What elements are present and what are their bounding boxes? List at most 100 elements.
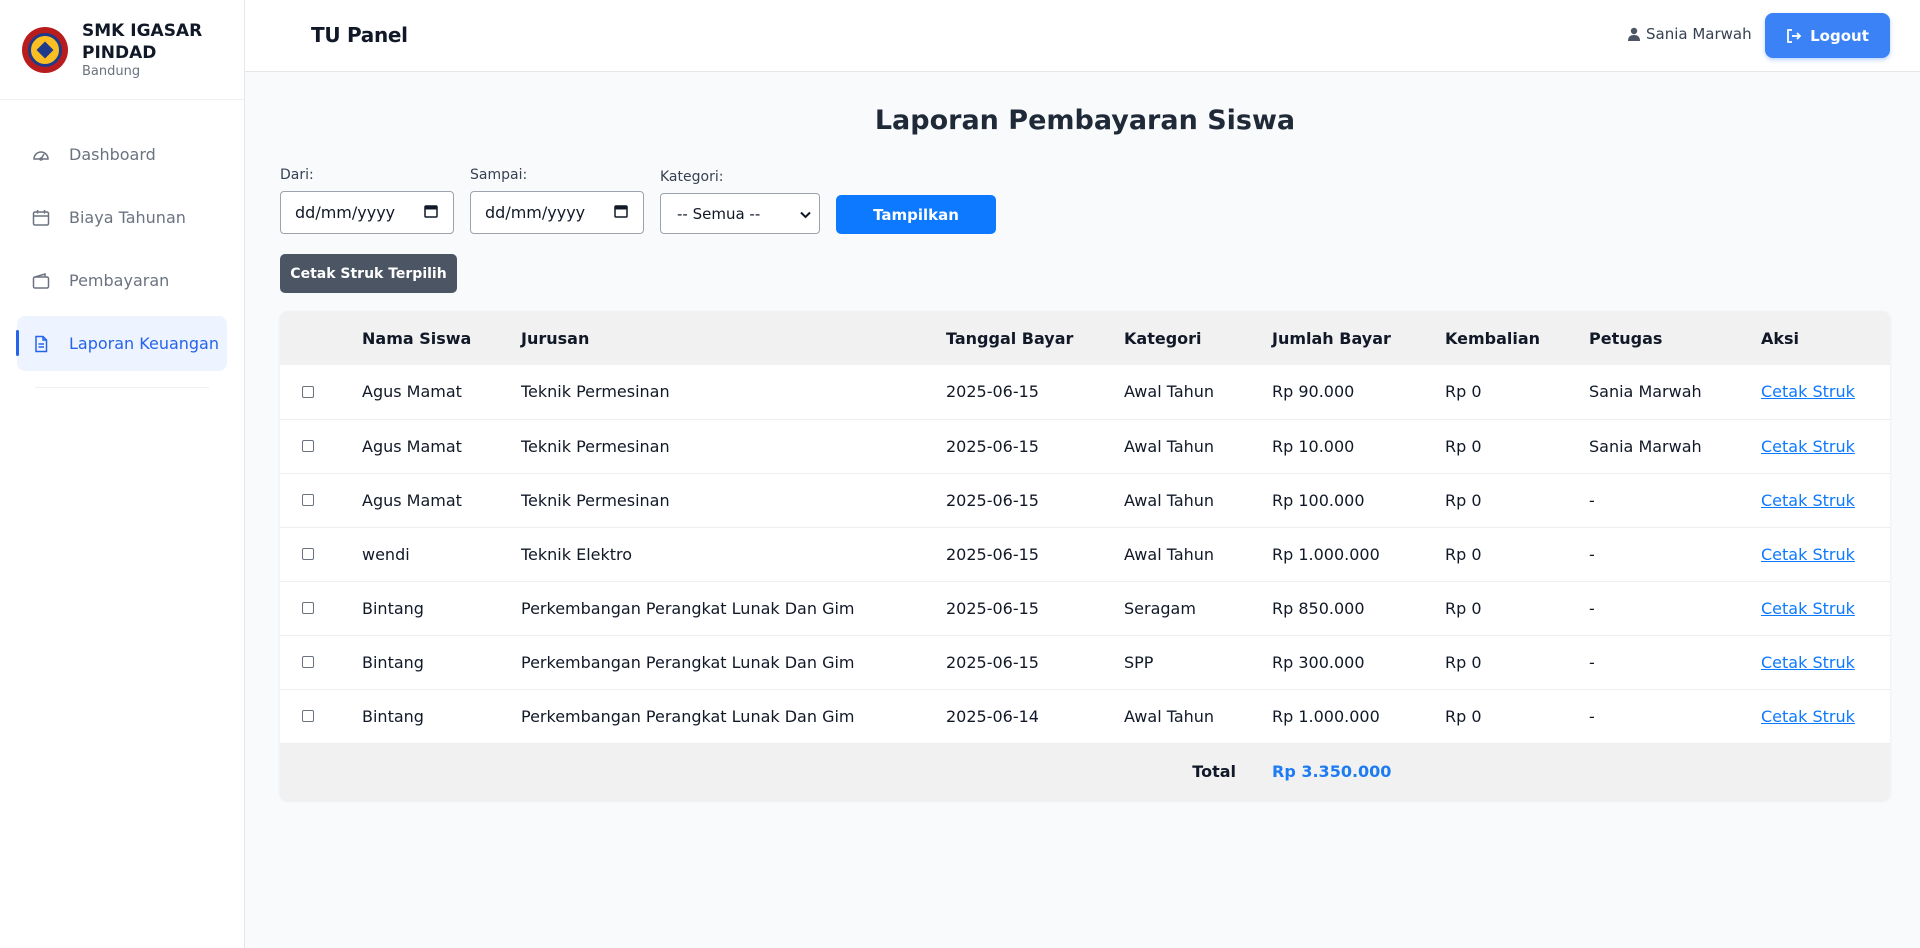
- panel-title: TU Panel: [311, 23, 408, 47]
- wallet-icon: [31, 271, 51, 291]
- sidebar-item-dashboard[interactable]: Dashboard: [17, 127, 227, 182]
- cell-kategori: Seragam: [1124, 598, 1196, 618]
- table-row: Agus Mamat Teknik Permesinan 2025-06-15 …: [280, 365, 1890, 419]
- document-icon: [31, 334, 51, 354]
- row-checkbox[interactable]: [302, 548, 314, 560]
- table-row: Bintang Perkembangan Perangkat Lunak Dan…: [280, 635, 1890, 689]
- cell-nama: Agus Mamat: [362, 436, 462, 456]
- cell-tanggal: 2025-06-15: [946, 382, 1039, 402]
- logout-icon: [1786, 28, 1802, 43]
- brand: SMK IGASAR PINDAD Bandung: [0, 0, 244, 100]
- page-title: Laporan Pembayaran Siswa: [874, 105, 1296, 136]
- to-date-input[interactable]: dd/mm/yyyy: [470, 191, 644, 234]
- cell-petugas: -: [1589, 544, 1595, 564]
- col-header-aksi: Aksi: [1761, 328, 1800, 348]
- sidebar-divider: [35, 387, 209, 388]
- school-logo: [22, 27, 68, 73]
- cell-kategori: Awal Tahun: [1124, 490, 1215, 510]
- cell-tanggal: 2025-06-15: [946, 652, 1039, 672]
- sidebar-item-label: Pembayaran: [69, 271, 170, 290]
- user-name: Sania Marwah: [1646, 25, 1752, 43]
- row-checkbox[interactable]: [302, 494, 314, 506]
- cell-petugas: -: [1589, 652, 1595, 672]
- from-date-input[interactable]: dd/mm/yyyy: [280, 191, 454, 234]
- cell-nama: Bintang: [362, 706, 424, 726]
- print-receipt-link[interactable]: Cetak Struk: [1761, 653, 1855, 672]
- row-checkbox[interactable]: [302, 602, 314, 614]
- cell-nama: Bintang: [362, 598, 424, 618]
- cell-kembalian: Rp 0: [1445, 652, 1482, 672]
- print-receipt-link[interactable]: Cetak Struk: [1761, 382, 1855, 401]
- cell-jurusan: Teknik Permesinan: [521, 382, 670, 402]
- to-label: Sampai:: [470, 167, 528, 183]
- col-header-jumlah: Jumlah Bayar: [1272, 328, 1391, 348]
- user-info: Sania Marwah: [1628, 25, 1752, 43]
- cell-petugas: Sania Marwah: [1589, 436, 1702, 456]
- cell-tanggal: 2025-06-14: [946, 706, 1039, 726]
- row-checkbox[interactable]: [302, 385, 314, 398]
- from-date-value: dd/mm/yyyy: [295, 203, 396, 222]
- calendar-picker-icon[interactable]: [614, 203, 628, 222]
- table-row: Bintang Perkembangan Perangkat Lunak Dan…: [280, 581, 1890, 635]
- cell-kembalian: Rp 0: [1445, 382, 1482, 402]
- school-name: SMK IGASAR PINDAD: [82, 21, 203, 63]
- payment-table: Nama Siswa Jurusan Tanggal Bayar Kategor…: [280, 311, 1890, 800]
- cell-kategori: Awal Tahun: [1124, 382, 1215, 402]
- table-row: Agus Mamat Teknik Permesinan 2025-06-15 …: [280, 473, 1890, 527]
- row-checkbox[interactable]: [302, 710, 314, 722]
- cell-kategori: Awal Tahun: [1124, 544, 1215, 564]
- cell-jurusan: Perkembangan Perangkat Lunak Dan Gim: [521, 652, 855, 672]
- logout-button[interactable]: Logout: [1765, 13, 1890, 58]
- print-selected-button[interactable]: Cetak Struk Terpilih: [280, 254, 457, 293]
- calendar-picker-icon[interactable]: [424, 203, 438, 222]
- cell-kembalian: Rp 0: [1445, 490, 1482, 510]
- sidebar-item-label: Laporan Keuangan: [69, 334, 219, 353]
- topbar: TU Panel Sania Marwah Logout: [245, 0, 1920, 72]
- cell-petugas: -: [1589, 706, 1595, 726]
- category-value: -- Semua --: [677, 204, 761, 223]
- cell-nama: Bintang: [362, 652, 424, 672]
- cell-kembalian: Rp 0: [1445, 436, 1482, 456]
- row-checkbox[interactable]: [302, 656, 314, 668]
- cell-petugas: -: [1589, 598, 1595, 618]
- cell-jumlah: Rp 300.000: [1272, 652, 1365, 672]
- sidebar-item-label: Biaya Tahunan: [69, 208, 186, 227]
- print-receipt-link[interactable]: Cetak Struk: [1761, 707, 1855, 726]
- col-header-petugas: Petugas: [1589, 328, 1663, 348]
- cell-kategori: SPP: [1124, 652, 1154, 672]
- category-select[interactable]: -- Semua --: [660, 193, 820, 234]
- row-checkbox[interactable]: [302, 440, 314, 452]
- col-header-nama: Nama Siswa: [362, 328, 472, 348]
- sidebar: SMK IGASAR PINDAD Bandung Dashboard Biay…: [0, 0, 245, 948]
- calendar-icon: [31, 208, 51, 228]
- cell-tanggal: 2025-06-15: [946, 544, 1039, 564]
- print-receipt-link[interactable]: Cetak Struk: [1761, 545, 1855, 564]
- sidebar-item-biaya-tahunan[interactable]: Biaya Tahunan: [17, 190, 227, 245]
- cell-jumlah: Rp 10.000: [1272, 436, 1355, 456]
- cell-kategori: Awal Tahun: [1124, 706, 1215, 726]
- cell-kategori: Awal Tahun: [1124, 436, 1215, 456]
- cell-jurusan: Perkembangan Perangkat Lunak Dan Gim: [521, 598, 855, 618]
- sidebar-item-pembayaran[interactable]: Pembayaran: [17, 253, 227, 308]
- cell-jumlah: Rp 1.000.000: [1272, 706, 1380, 726]
- cell-tanggal: 2025-06-15: [946, 598, 1039, 618]
- cell-nama: Agus Mamat: [362, 490, 462, 510]
- print-receipt-link[interactable]: Cetak Struk: [1761, 437, 1855, 456]
- school-city: Bandung: [82, 64, 141, 79]
- cell-jumlah: Rp 90.000: [1272, 382, 1355, 402]
- print-receipt-link[interactable]: Cetak Struk: [1761, 599, 1855, 618]
- cell-tanggal: 2025-06-15: [946, 436, 1039, 456]
- category-label: Kategori:: [660, 169, 724, 185]
- cell-jurusan: Teknik Permesinan: [521, 490, 670, 510]
- cell-nama: Agus Mamat: [362, 382, 462, 402]
- sidebar-item-laporan-keuangan[interactable]: Laporan Keuangan: [16, 316, 227, 371]
- cell-jumlah: Rp 850.000: [1272, 598, 1365, 618]
- cell-jurusan: Teknik Elektro: [521, 544, 633, 564]
- to-date-value: dd/mm/yyyy: [485, 203, 586, 222]
- total-value: Rp 3.350.000: [1272, 762, 1392, 782]
- table-row: wendi Teknik Elektro 2025-06-15 Awal Tah…: [280, 527, 1890, 581]
- print-receipt-link[interactable]: Cetak Struk: [1761, 491, 1855, 510]
- show-button[interactable]: Tampilkan: [836, 195, 996, 234]
- logout-label: Logout: [1810, 26, 1869, 45]
- col-header-kategori: Kategori: [1124, 328, 1202, 348]
